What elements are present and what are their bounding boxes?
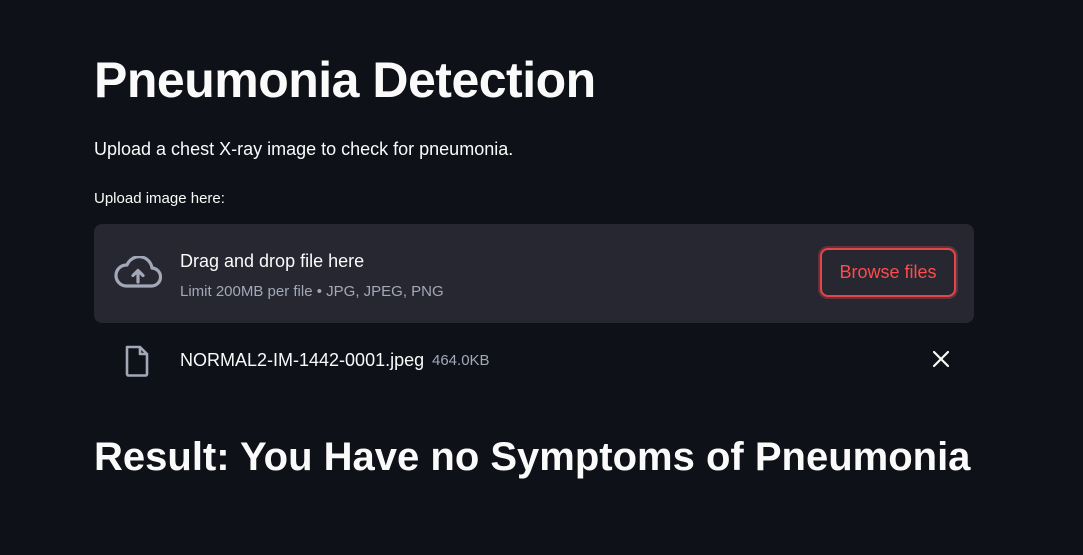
result-heading: Result: You Have no Symptoms of Pneumoni…	[94, 435, 971, 479]
file-icon	[125, 345, 149, 377]
uploaded-file-name: NORMAL2-IM-1442-0001.jpeg	[180, 350, 425, 370]
page-subtitle: Upload a chest X-ray image to check for …	[94, 139, 514, 159]
cloud-upload-icon	[114, 256, 162, 288]
uploader-label: Upload image here:	[94, 190, 225, 207]
dropzone-title: Drag and drop file here	[180, 251, 365, 271]
close-icon[interactable]	[928, 346, 954, 372]
dropzone-limit-text: Limit 200MB per file • JPG, JPEG, PNG	[180, 283, 444, 300]
uploaded-file-row: NORMAL2-IM-1442-0001.jpeg 464.0KB	[94, 340, 974, 380]
uploaded-file-size: 464.0KB	[432, 352, 490, 369]
browse-files-button[interactable]: Browse files	[820, 248, 956, 297]
file-dropzone[interactable]: Drag and drop file here Limit 200MB per …	[94, 224, 974, 323]
page-title: Pneumonia Detection	[94, 52, 596, 108]
